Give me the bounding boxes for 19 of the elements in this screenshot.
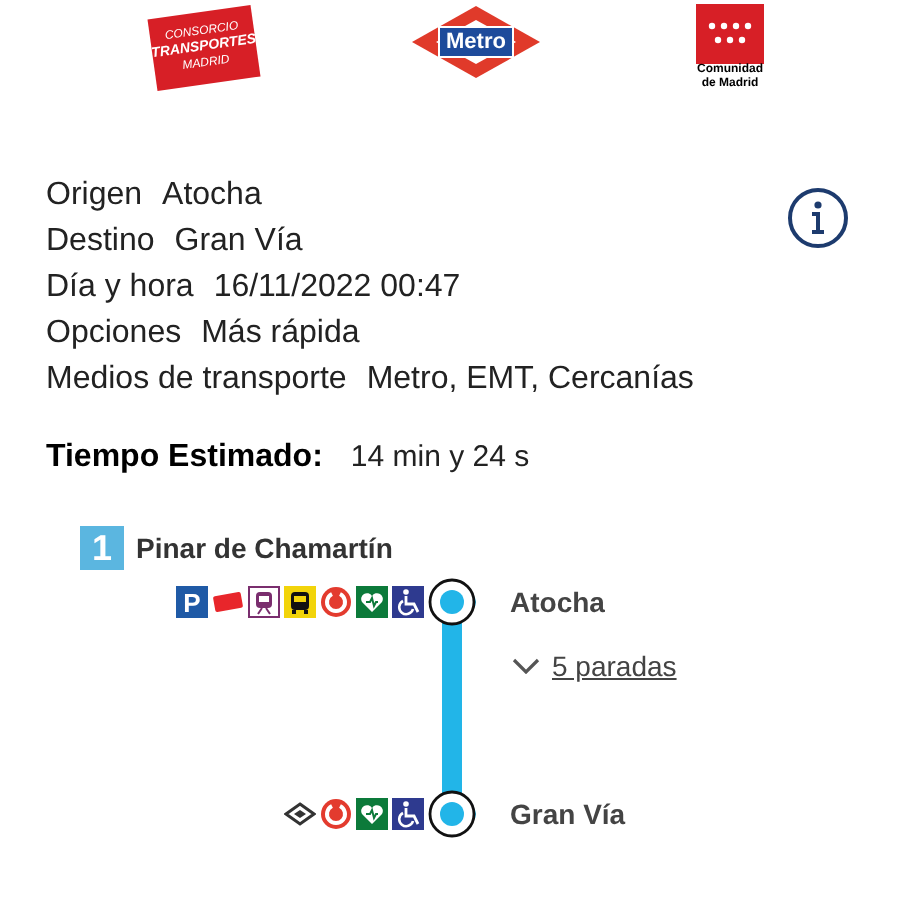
detail-label: Destino <box>46 222 155 260</box>
detail-value: Metro, EMT, Cercanías <box>366 360 694 398</box>
estimate-value: 14 min y 24 s <box>350 438 530 478</box>
detail-value: Más rápida <box>201 314 360 352</box>
stops-link[interactable]: 5 paradas <box>512 645 677 687</box>
detail-label: Día y hora <box>46 268 194 306</box>
estimate-label: Tiempo Estimado: <box>46 438 323 478</box>
detail-label: Opciones <box>46 314 182 352</box>
detail-value: 16/11/2022 00:47 <box>213 268 461 306</box>
line-badge: 1 <box>80 526 124 570</box>
detail-value: Gran Vía <box>174 222 303 260</box>
detail-value: Atocha <box>162 176 262 214</box>
detail-label: Medios de transporte <box>46 360 347 398</box>
line-direction: Pinar de Chamartín <box>136 529 393 567</box>
parking-icon: P <box>176 586 208 618</box>
station-name: Gran Vía <box>510 795 626 833</box>
station-name: Atocha <box>510 583 605 621</box>
detail-label: Origen <box>46 176 143 214</box>
metro-logo: Metro <box>410 4 542 80</box>
